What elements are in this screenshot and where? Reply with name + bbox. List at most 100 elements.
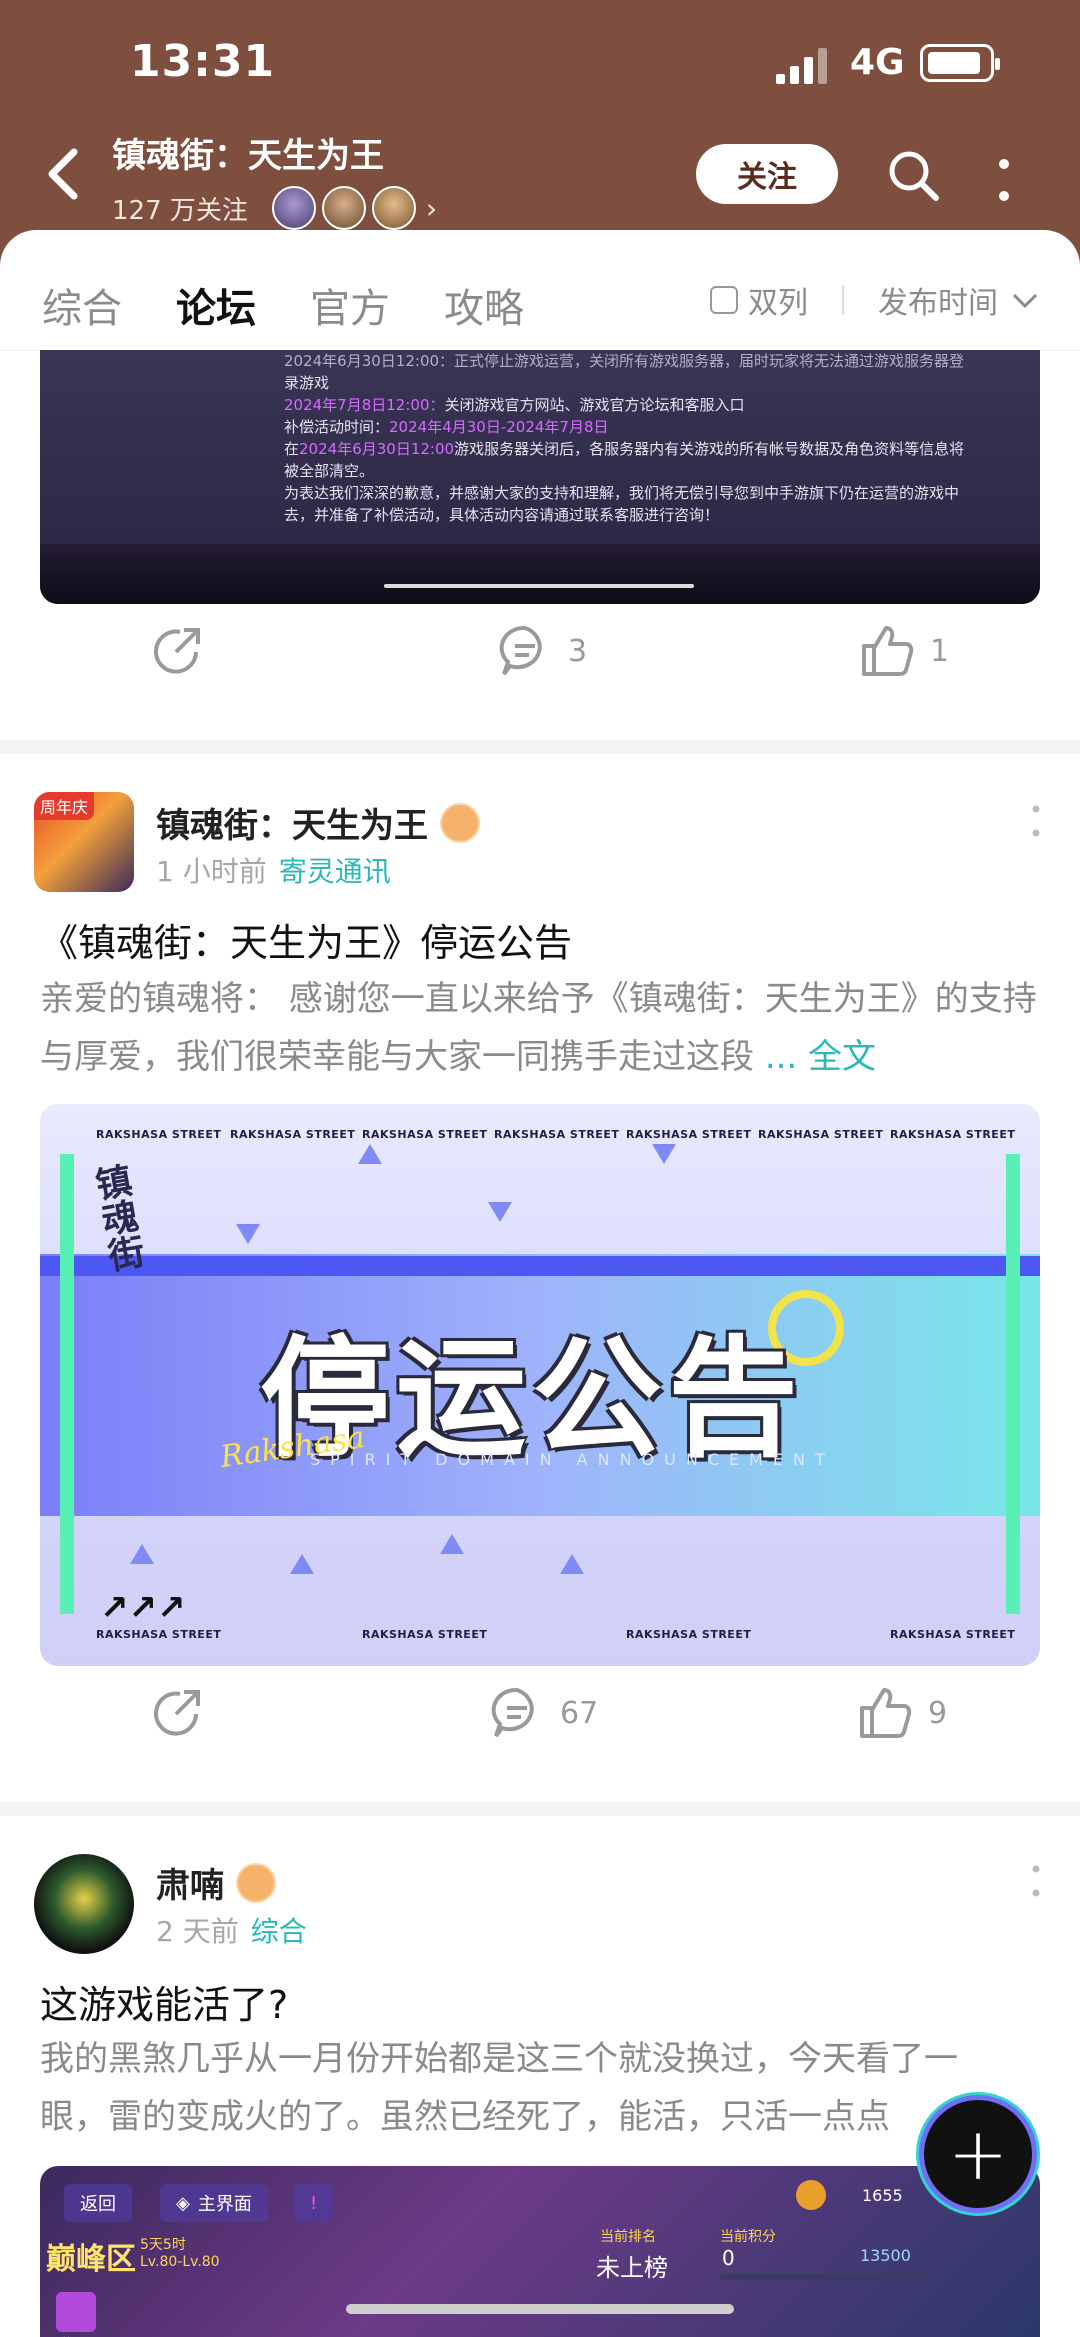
comment-count: 3 — [568, 633, 588, 669]
banner-strip-text: RAKSHASA STREET — [890, 1128, 1016, 1141]
diamond-icon: ◈ — [176, 2192, 190, 2214]
notice-text-span: 在 — [284, 440, 300, 458]
more-vertical-icon[interactable] — [1032, 804, 1040, 838]
arrows-icon: ↗↗↗ — [100, 1588, 186, 1628]
game-main-label: 主界面 — [197, 2194, 252, 2215]
rank-value: 未上榜 — [596, 2254, 668, 2282]
double-column-label: 双列 — [748, 286, 808, 321]
forum-title: 镇魂街：天生为王 — [112, 136, 384, 176]
battery-icon — [920, 44, 1000, 82]
image-scroll-indicator — [384, 584, 694, 588]
share-button[interactable] — [150, 1684, 208, 1742]
comment-button[interactable]: 67 — [488, 1684, 598, 1742]
post-body[interactable]: 亲爱的镇魂将： 感谢您一直以来给予《镇魂街：天生为王》的支持与厚爱，我们很荣幸能… — [40, 970, 1040, 1086]
read-more-link[interactable]: ... 全文 — [765, 1037, 876, 1077]
post-divider — [0, 1802, 1080, 1816]
banner-strip-text: RAKSHASA STREET — [362, 1128, 488, 1141]
sort-dropdown[interactable]: 发布时间 — [878, 278, 998, 322]
notice-text-span: 补偿活动时间： — [284, 418, 390, 436]
notice-line: 被全部清空。 — [284, 462, 375, 480]
post-title[interactable]: 这游戏能活了? — [40, 1974, 288, 2029]
like-count: 9 — [928, 1695, 948, 1731]
share-button[interactable] — [150, 622, 208, 680]
post-image-announcement[interactable]: RAKSHASA STREET RAKSHASA STREET RAKSHASA… — [40, 1104, 1040, 1666]
author-avatar[interactable]: 周年庆 — [34, 792, 134, 892]
image-ground — [40, 544, 1040, 604]
thumbs-up-icon — [862, 626, 914, 676]
score-max: 13500 — [860, 2246, 911, 2265]
post-category[interactable]: 综合 — [251, 1915, 307, 1948]
banner-strip-text: RAKSHASA STREET — [626, 1628, 752, 1641]
tab-options: 双列 发布时间 — [710, 278, 1040, 322]
rank-label: 当前排名 — [600, 2229, 656, 2245]
follow-button[interactable]: 关注 — [696, 144, 838, 204]
alert-icon: ! — [294, 2184, 334, 2222]
banner-side-strip — [1006, 1154, 1020, 1614]
followers-row[interactable]: 127 万关注 › — [112, 186, 437, 230]
back-arrow-icon[interactable] — [36, 144, 96, 204]
banner-strip-text: RAKSHASA STREET — [230, 1128, 356, 1141]
coin-icon — [796, 2180, 826, 2210]
signal-icon — [776, 48, 827, 84]
tab-official[interactable]: 官方 — [310, 276, 390, 334]
tab-bar: 综合 论坛 官方 攻略 双列 发布时间 — [0, 230, 1080, 351]
more-vertical-icon[interactable] — [994, 150, 1014, 210]
coin-count: 1655 — [862, 2186, 903, 2205]
comment-icon — [499, 625, 542, 676]
post-divider — [0, 740, 1080, 754]
notice-text: 2024年6月30日12:00：正式停止游戏运营，关闭所有游戏服务器，届时玩家将… — [284, 350, 1034, 526]
status-bar: 13:31 4G — [0, 0, 1080, 120]
post-body[interactable]: 我的黑煞几乎从一月份开始都是这三个就没换过，今天看了一眼，雷的变成火的了。虽然已… — [40, 2030, 1020, 2146]
post-title[interactable]: 《镇魂街：天生为王》停运公告 — [40, 912, 572, 967]
decor-triangle — [130, 1544, 154, 1564]
banner-strip-text: RAKSHASA STREET — [890, 1628, 1016, 1641]
follower-avatars — [266, 186, 416, 230]
notice-line: 补偿活动时间：2024年4月30日-2024年7月8日 — [284, 416, 1034, 438]
post-time: 2 天前 — [156, 1915, 239, 1948]
forum-header: 镇魂街：天生为王 127 万关注 › 关注 — [0, 120, 1080, 240]
tab-forum[interactable]: 论坛 — [176, 276, 256, 336]
tab-general[interactable]: 综合 — [42, 276, 122, 334]
level-badge-icon — [440, 802, 480, 843]
gift-icon — [56, 2292, 96, 2332]
banner-strip-text: RAKSHASA STREET — [96, 1628, 222, 1641]
post-meta: 2 天前 综合 — [156, 1910, 307, 1950]
banner-side-strip — [60, 1154, 74, 1614]
notice-text-span: 游戏服务器关闭后，各服务器内有关游戏的所有帐号数据及角色资料等信息将 — [454, 440, 965, 458]
game-level: 5天5时 Lv.80-Lv.80 — [140, 2237, 220, 2270]
chevron-down-icon[interactable] — [1010, 285, 1040, 315]
more-vertical-icon[interactable] — [1032, 1864, 1040, 1898]
tab-guide[interactable]: 攻略 — [444, 276, 524, 334]
double-column-checkbox[interactable] — [710, 286, 738, 314]
comment-button[interactable]: 3 — [496, 622, 587, 680]
banner-strip-text: RAKSHASA STREET — [626, 1128, 752, 1141]
like-button[interactable]: 9 — [856, 1684, 947, 1742]
author-avatar[interactable] — [34, 1854, 134, 1954]
banner-strip-text: RAKSHASA STREET — [96, 1128, 222, 1141]
thumbs-up-icon — [860, 1688, 912, 1738]
author-name-row[interactable]: 镇魂街：天生为王 — [156, 798, 480, 847]
decor-triangle — [290, 1554, 314, 1574]
tab-forum-label: 论坛 — [176, 286, 256, 332]
plus-icon: + — [947, 2112, 1009, 2196]
create-post-button[interactable]: + — [924, 2100, 1032, 2208]
like-button[interactable]: 1 — [858, 622, 949, 680]
banner-subtitle: SPIRIT DOMAIN ANNOUNCEMENT — [310, 1450, 835, 1469]
avatar — [271, 186, 316, 230]
game-main-button: ◈ 主界面 — [160, 2184, 268, 2222]
post-image-notice[interactable]: 2024年6月30日12:00：正式停止游戏运营，关闭所有游戏服务器，届时玩家将… — [40, 350, 1040, 604]
notice-line: 去，并准备了补偿活动，具体活动内容请通过联系客服进行咨询！ — [284, 506, 720, 524]
network-type: 4G — [850, 42, 905, 83]
score-value: 0 — [722, 2246, 735, 2270]
notice-highlight: 2024年6月30日12:00 — [299, 440, 455, 458]
comment-icon — [491, 1687, 534, 1738]
avatar — [321, 186, 366, 230]
post-actions: 67 9 — [0, 1684, 1080, 1774]
home-indicator — [346, 2304, 734, 2314]
notice-line: 录游戏 — [284, 374, 330, 392]
notice-line: 2024年6月30日12:00：正式停止游戏运营，关闭所有游戏服务器，届时玩家将… — [284, 352, 965, 370]
post-category[interactable]: 寄灵通讯 — [279, 855, 391, 888]
author-name-row[interactable]: 肃喃 — [156, 1858, 276, 1907]
search-icon[interactable] — [884, 146, 944, 206]
game-zone: 巅峰区 — [46, 2242, 136, 2277]
